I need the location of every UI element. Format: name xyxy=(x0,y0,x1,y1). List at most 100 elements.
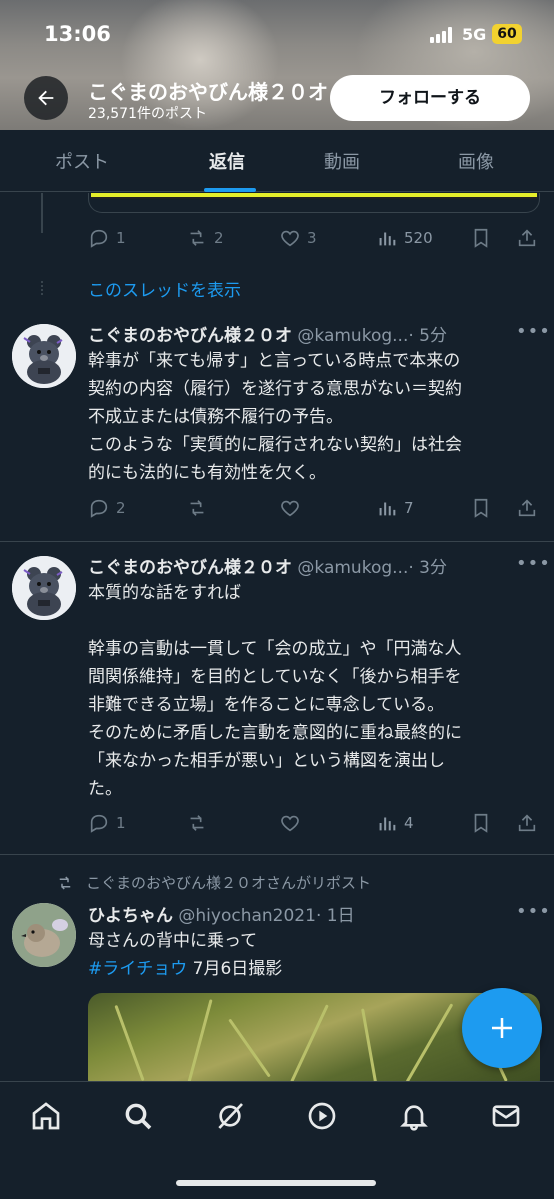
author-name[interactable]: こぐまのおやびん様２０オ xyxy=(88,558,292,578)
heart-icon xyxy=(281,230,299,247)
tweet-time: · 3分 xyxy=(408,558,447,578)
more-icon[interactable]: ••• xyxy=(516,555,550,577)
bookmark-icon xyxy=(474,813,488,833)
divider xyxy=(0,854,554,855)
views-icon xyxy=(379,232,396,246)
bookmark-button[interactable] xyxy=(470,223,492,253)
share-icon xyxy=(518,499,536,517)
reply-icon xyxy=(90,814,108,833)
tab-images[interactable]: 画像 xyxy=(458,148,494,174)
views-button[interactable]: 520 xyxy=(376,223,433,253)
reply-count: 1 xyxy=(116,229,126,247)
profile-tabs: ポスト 返信 動画 画像 xyxy=(0,130,554,192)
tweet-actions: 2 7 xyxy=(88,493,540,523)
repost-icon xyxy=(59,875,71,890)
repost-context: こぐまのおやびん様２０オさんがリポスト xyxy=(56,872,371,893)
views-icon xyxy=(379,817,396,831)
more-icon[interactable]: ••• xyxy=(516,903,550,925)
tweet-actions: 1 2 3 520 xyxy=(88,223,540,253)
follow-button[interactable]: フォローする xyxy=(330,75,530,121)
tweet-header: こぐまのおやびん様２０オ @kamukog...· 3分 xyxy=(88,553,518,578)
author-handle[interactable]: @kamukog... xyxy=(297,558,408,578)
avatar[interactable] xyxy=(12,324,76,388)
author-name[interactable]: こぐまのおやびん様２０オ xyxy=(88,326,292,346)
like-button[interactable] xyxy=(279,493,301,523)
back-button[interactable] xyxy=(24,76,68,120)
author-name[interactable]: ひよちゃん xyxy=(88,906,173,926)
share-button[interactable] xyxy=(516,808,538,838)
heart-icon xyxy=(281,815,299,832)
active-tab-indicator xyxy=(204,188,256,192)
repost-count: 2 xyxy=(214,229,224,247)
signal-icon xyxy=(430,27,454,43)
repost-button[interactable] xyxy=(186,808,208,838)
tweet-text: 幹事が「来ても帰す」と言っている時点で本来の 契約の内容（履行）を遂行する意思が… xyxy=(88,351,462,483)
reply-button[interactable]: 1 xyxy=(88,808,126,838)
tweet-header: こぐまのおやびん様２０オ @kamukog...· 5分 xyxy=(88,321,518,346)
divider xyxy=(0,541,554,542)
tweet-text: 本質的な話をすれば 幹事の言動は一貫して「会の成立」や「円満な人 間関係維持」を… xyxy=(88,583,462,799)
more-icon[interactable]: ••• xyxy=(516,323,550,345)
reply-count: 2 xyxy=(116,499,126,517)
repost-icon xyxy=(190,500,204,516)
tab-replies[interactable]: 返信 xyxy=(209,148,245,174)
bookmark-icon xyxy=(474,228,488,248)
search-icon[interactable] xyxy=(122,1100,154,1132)
views-button[interactable]: 4 xyxy=(376,808,414,838)
show-thread-link[interactable]: このスレッドを表示 xyxy=(88,276,241,301)
share-button[interactable] xyxy=(516,493,538,523)
reply-button[interactable]: 2 xyxy=(88,493,126,523)
status-time: 13:06 xyxy=(44,22,111,46)
repost-button[interactable] xyxy=(186,493,208,523)
timeline[interactable]: 1 2 3 520 このスレッドを表示 こぐまのおやびん様２０オ @kamuko… xyxy=(0,193,554,1081)
quoted-card[interactable] xyxy=(88,193,540,213)
arrow-left-icon xyxy=(38,90,54,106)
thread-dots xyxy=(41,281,43,295)
bookmark-icon xyxy=(474,498,488,518)
author-handle[interactable]: @kamukog... xyxy=(297,326,408,346)
home-icon[interactable] xyxy=(30,1100,62,1132)
repost-icon xyxy=(190,230,204,246)
tab-posts[interactable]: ポスト xyxy=(55,148,109,174)
heart-icon xyxy=(281,500,299,517)
plus-icon xyxy=(492,1018,512,1038)
like-button[interactable] xyxy=(279,808,301,838)
tweet-time: · 5分 xyxy=(408,326,447,346)
mail-icon[interactable] xyxy=(490,1100,522,1132)
repost-label[interactable]: こぐまのおやびん様２０オさんがリポスト xyxy=(86,872,371,893)
like-button[interactable]: 3 xyxy=(279,223,317,253)
avatar[interactable] xyxy=(12,556,76,620)
reply-icon xyxy=(90,499,108,518)
post-count: 23,571件のポスト xyxy=(88,106,207,122)
bear-avatar-icon xyxy=(12,556,76,620)
tweet-body: 母さんの背中に乗って xyxy=(88,931,258,951)
hashtag-link[interactable]: #ライチョウ xyxy=(88,959,187,979)
avatar[interactable] xyxy=(12,903,76,967)
compose-button[interactable] xyxy=(462,988,542,1068)
battery-indicator: 60 xyxy=(492,24,522,44)
tab-videos[interactable]: 動画 xyxy=(324,148,360,174)
bookmark-button[interactable] xyxy=(470,493,492,523)
bear-avatar-icon xyxy=(12,324,76,388)
video-icon[interactable] xyxy=(306,1100,338,1132)
reply-button[interactable]: 1 xyxy=(88,223,126,253)
share-icon xyxy=(518,814,536,832)
author-handle[interactable]: @hiyochan2021 xyxy=(178,906,316,926)
views-icon xyxy=(379,502,396,516)
share-button[interactable] xyxy=(516,223,538,253)
bird-avatar-icon xyxy=(12,903,76,967)
like-count: 3 xyxy=(307,229,317,247)
reply-count: 1 xyxy=(116,814,126,832)
bookmark-button[interactable] xyxy=(470,808,492,838)
views-count: 4 xyxy=(404,814,414,832)
tweet-header: ひよちゃん @hiyochan2021· 1日 xyxy=(88,901,518,926)
tweet-body-2: 7月6日撮影 xyxy=(187,959,283,979)
views-count: 520 xyxy=(404,229,433,247)
views-button[interactable]: 7 xyxy=(376,493,414,523)
grok-icon[interactable] xyxy=(214,1100,246,1132)
tweet-time: · 1日 xyxy=(315,906,355,926)
bell-icon[interactable] xyxy=(398,1100,430,1132)
tweet-actions: 1 4 xyxy=(88,808,540,838)
repost-button[interactable]: 2 xyxy=(186,223,224,253)
reply-icon xyxy=(90,229,108,248)
